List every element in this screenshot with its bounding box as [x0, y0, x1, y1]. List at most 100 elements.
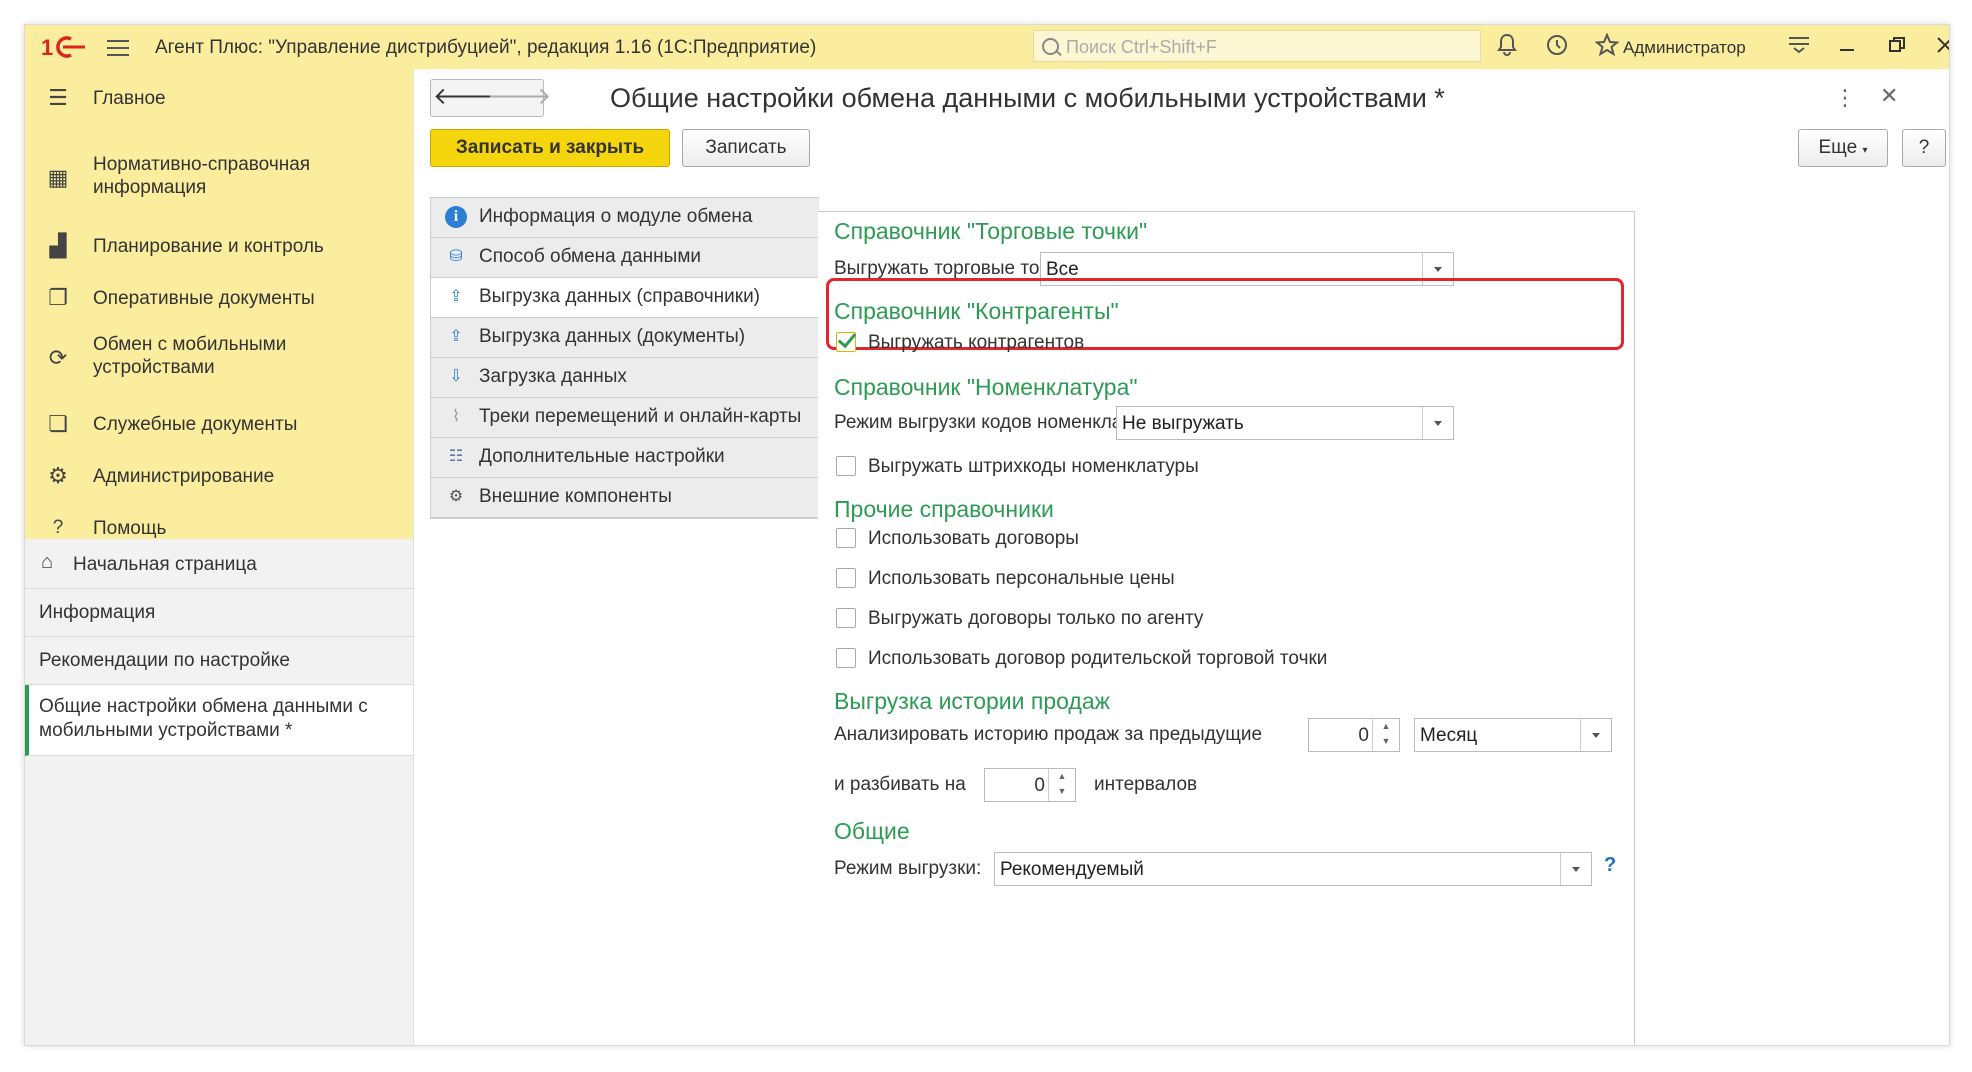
tab-label: Загрузка данных: [479, 366, 627, 387]
nav-label: Рекомендации по настройке: [39, 650, 290, 671]
form-title: Общие настройки обмена данными с мобильн…: [610, 83, 1445, 113]
agent-contracts-only-checkbox[interactable]: [836, 608, 856, 628]
app-window: 1 Агент Плюс: "Управление дистрибуцией",…: [24, 24, 1950, 1046]
more-button[interactable]: Еще ▾: [1798, 129, 1888, 167]
section-label: Обмен с мобильными устройствами: [93, 334, 287, 378]
close-window-icon[interactable]: [1931, 33, 1949, 61]
section-label: Планирование и контроль: [93, 236, 324, 257]
use-contracts-label: Использовать договоры: [868, 528, 1079, 549]
intervals-label: интервалов: [1094, 774, 1198, 795]
use-personal-prices-label: Использовать персональные цены: [868, 568, 1175, 589]
history-icon[interactable]: [1543, 33, 1571, 61]
spinner-arrows-icon[interactable]: ▲ ▼: [1372, 719, 1399, 751]
help-button[interactable]: ?: [1902, 129, 1946, 167]
parent-point-contract-checkbox[interactable]: [836, 648, 856, 668]
nav-home[interactable]: ⌂ Начальная страница: [25, 541, 413, 589]
list-icon: ☷: [448, 448, 464, 465]
section-administration[interactable]: ⚙ Администрирование: [25, 461, 413, 491]
download-icon: ⇩: [449, 368, 463, 385]
history-period-select[interactable]: Месяц: [1414, 718, 1612, 752]
star-icon[interactable]: [1593, 32, 1621, 61]
save-button[interactable]: Записать: [682, 129, 810, 167]
section-mobile-exchange[interactable]: ⟳ Обмен с мобильными устройствами: [25, 333, 413, 381]
settings-tabs: i Информация о модуле обмена ⛁ Способ об…: [430, 197, 819, 519]
section-reference[interactable]: ▦ Нормативно-справочная информация: [25, 153, 413, 201]
tab-tracks-maps[interactable]: ⌇ Треки перемещений и онлайн-карты: [431, 398, 819, 438]
minimize-icon[interactable]: [1833, 33, 1861, 61]
use-contracts-checkbox[interactable]: [836, 528, 856, 548]
upload-icon: ⇪: [449, 288, 463, 305]
group-title-sales-history: Выгрузка истории продаж: [834, 688, 1111, 714]
tab-label: Треки перемещений и онлайн-карты: [479, 406, 802, 427]
spinner-arrows-icon[interactable]: ▲ ▼: [1048, 769, 1075, 801]
nav-recommendations[interactable]: Рекомендации по настройке: [25, 637, 413, 685]
title-bar: 1 Агент Плюс: "Управление дистрибуцией",…: [25, 25, 1949, 69]
nomenclature-codes-select[interactable]: Не выгружать: [1116, 406, 1454, 440]
close-form-icon[interactable]: ✕: [1880, 83, 1898, 109]
group-title-nomenclature: Справочник "Номенклатура": [834, 374, 1138, 400]
back-arrow-icon[interactable]: 🡐: [433, 82, 497, 114]
upload-counterparties-checkbox[interactable]: [836, 332, 856, 352]
save-and-close-button[interactable]: Записать и закрыть: [430, 129, 670, 167]
upload-mode-help-icon[interactable]: ?: [1604, 854, 1616, 877]
section-service-docs[interactable]: ❏ Служебные документы: [25, 409, 413, 439]
section-label: Главное: [93, 88, 166, 109]
tab-upload-documents[interactable]: ⇪ Выгрузка данных (документы): [431, 318, 819, 358]
svg-text:1: 1: [41, 35, 53, 60]
bell-icon[interactable]: [1493, 33, 1521, 61]
upload-mode-label: Режим выгрузки:: [834, 858, 982, 879]
section-label: Помощь: [93, 518, 167, 539]
chevron-down-icon[interactable]: [1422, 407, 1453, 439]
nav-current-form[interactable]: Общие настройки обмена данными с мобильн…: [25, 685, 413, 756]
tab-external-components[interactable]: ⚙ Внешние компоненты: [431, 478, 819, 518]
tab-upload-catalogs[interactable]: ⇪ Выгрузка данных (справочники): [431, 278, 819, 318]
upload-barcodes-label: Выгружать штрихкоды номенклатуры: [868, 456, 1199, 477]
tab-exchange-method[interactable]: ⛁ Способ обмена данными: [431, 238, 819, 278]
chevron-down-icon[interactable]: [1560, 853, 1591, 885]
app-title: Агент Плюс: "Управление дистрибуцией", р…: [155, 37, 817, 58]
sidebar: ☰ Главное ▦ Нормативно-справочная информ…: [25, 69, 413, 1045]
1c-logo-icon: 1: [41, 35, 85, 60]
more-vertical-icon[interactable]: ⋮: [1834, 85, 1856, 111]
tab-label: Выгрузка данных (справочники): [479, 286, 761, 307]
history-nav: 🡐 🡒: [430, 79, 551, 117]
tab-exchange-module-info[interactable]: i Информация о модуле обмена: [431, 198, 819, 238]
chevron-down-icon[interactable]: [1580, 719, 1611, 751]
intervals-spinner[interactable]: 0 ▲ ▼: [984, 768, 1076, 802]
tab-additional-settings[interactable]: ☷ Дополнительные настройки: [431, 438, 819, 478]
section-label: Оперативные документы: [93, 288, 315, 309]
dropdown-arrow-icon: ▾: [1862, 145, 1868, 156]
section-help[interactable]: ? Помощь: [25, 513, 413, 543]
group-title-general: Общие: [834, 818, 910, 844]
upload-mode-select[interactable]: Рекомендуемый: [994, 852, 1592, 886]
use-personal-prices-checkbox[interactable]: [836, 568, 856, 588]
main-menu-icon[interactable]: [107, 37, 129, 57]
search-input[interactable]: Поиск Ctrl+Shift+F: [1033, 30, 1481, 62]
nav-information[interactable]: Информация: [25, 589, 413, 637]
home-icon: ⌂: [41, 551, 54, 573]
section-label: Нормативно-справочная информация: [93, 154, 311, 198]
exchange-method-icon: ⛁: [449, 248, 463, 265]
intervals-value: 0: [1034, 775, 1045, 796]
history-period-value: Месяц: [1420, 725, 1478, 746]
group-title-trade-points: Справочник "Торговые точки": [834, 218, 1148, 244]
upload-barcodes-checkbox[interactable]: [836, 456, 856, 476]
restore-icon[interactable]: [1883, 33, 1911, 61]
gear-icon: ⚙: [448, 488, 464, 505]
settings-menu-icon[interactable]: [1785, 33, 1813, 61]
section-main[interactable]: ☰ Главное: [25, 83, 413, 113]
tab-label: Способ обмена данными: [479, 246, 701, 267]
tab-download-data[interactable]: ⇩ Загрузка данных: [431, 358, 819, 398]
history-count-spinner[interactable]: 0 ▲ ▼: [1308, 718, 1400, 752]
upload-counterparties-label: Выгружать контрагентов: [868, 332, 1085, 353]
section-operational-docs[interactable]: ❐ Оперативные документы: [25, 283, 413, 313]
section-planning[interactable]: ▟ Планирование и контроль: [25, 231, 413, 261]
forward-arrow-icon[interactable]: 🡒: [487, 82, 551, 114]
user-name[interactable]: Администратор: [1623, 38, 1746, 58]
upload-mode-value: Рекомендуемый: [1000, 859, 1144, 880]
agent-contracts-only-label: Выгружать договоры только по агенту: [868, 608, 1204, 629]
upload-icon: ⇪: [449, 328, 463, 345]
tab-content-panel: Справочник "Торговые точки" Выгружать то…: [818, 211, 1635, 1045]
tab-label: Выгрузка данных (документы): [479, 326, 746, 347]
sales-history-label: Анализировать историю продаж за предыдущ…: [834, 724, 1263, 745]
